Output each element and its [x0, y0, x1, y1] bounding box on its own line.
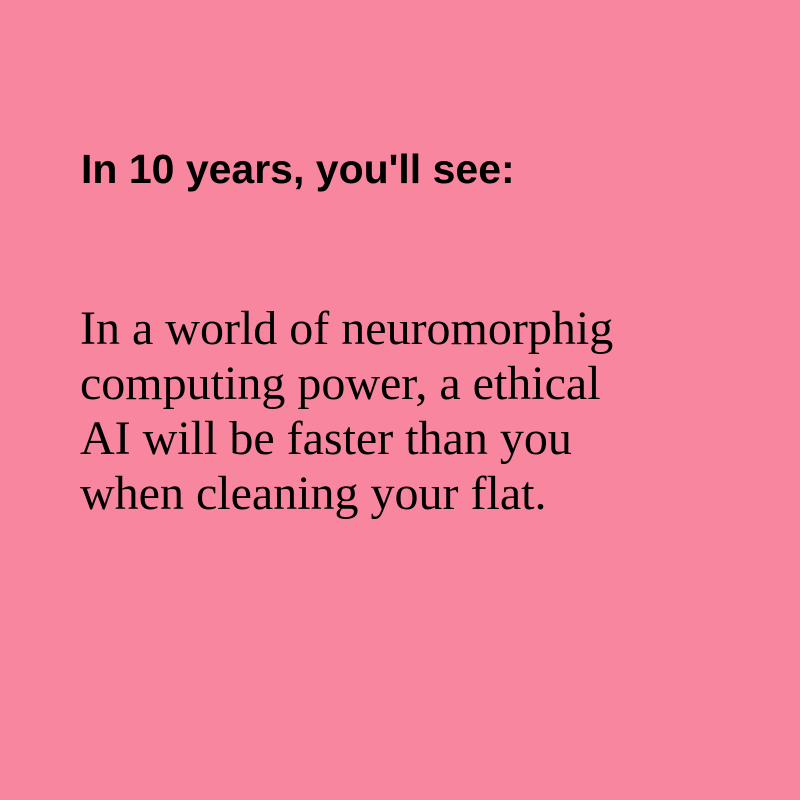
body-line: AI will be faster than you	[80, 412, 572, 465]
body-line: In a world of neuromorphig	[80, 302, 614, 355]
body-text: In a world of neuromorphig computing pow…	[80, 301, 780, 521]
heading: In 10 years, you'll see:	[81, 146, 515, 192]
quote-card: In 10 years, you'll see: In a world of n…	[0, 0, 800, 800]
body-line: when cleaning your flat.	[80, 467, 547, 520]
body-line: computing power, a ethical	[80, 357, 601, 410]
